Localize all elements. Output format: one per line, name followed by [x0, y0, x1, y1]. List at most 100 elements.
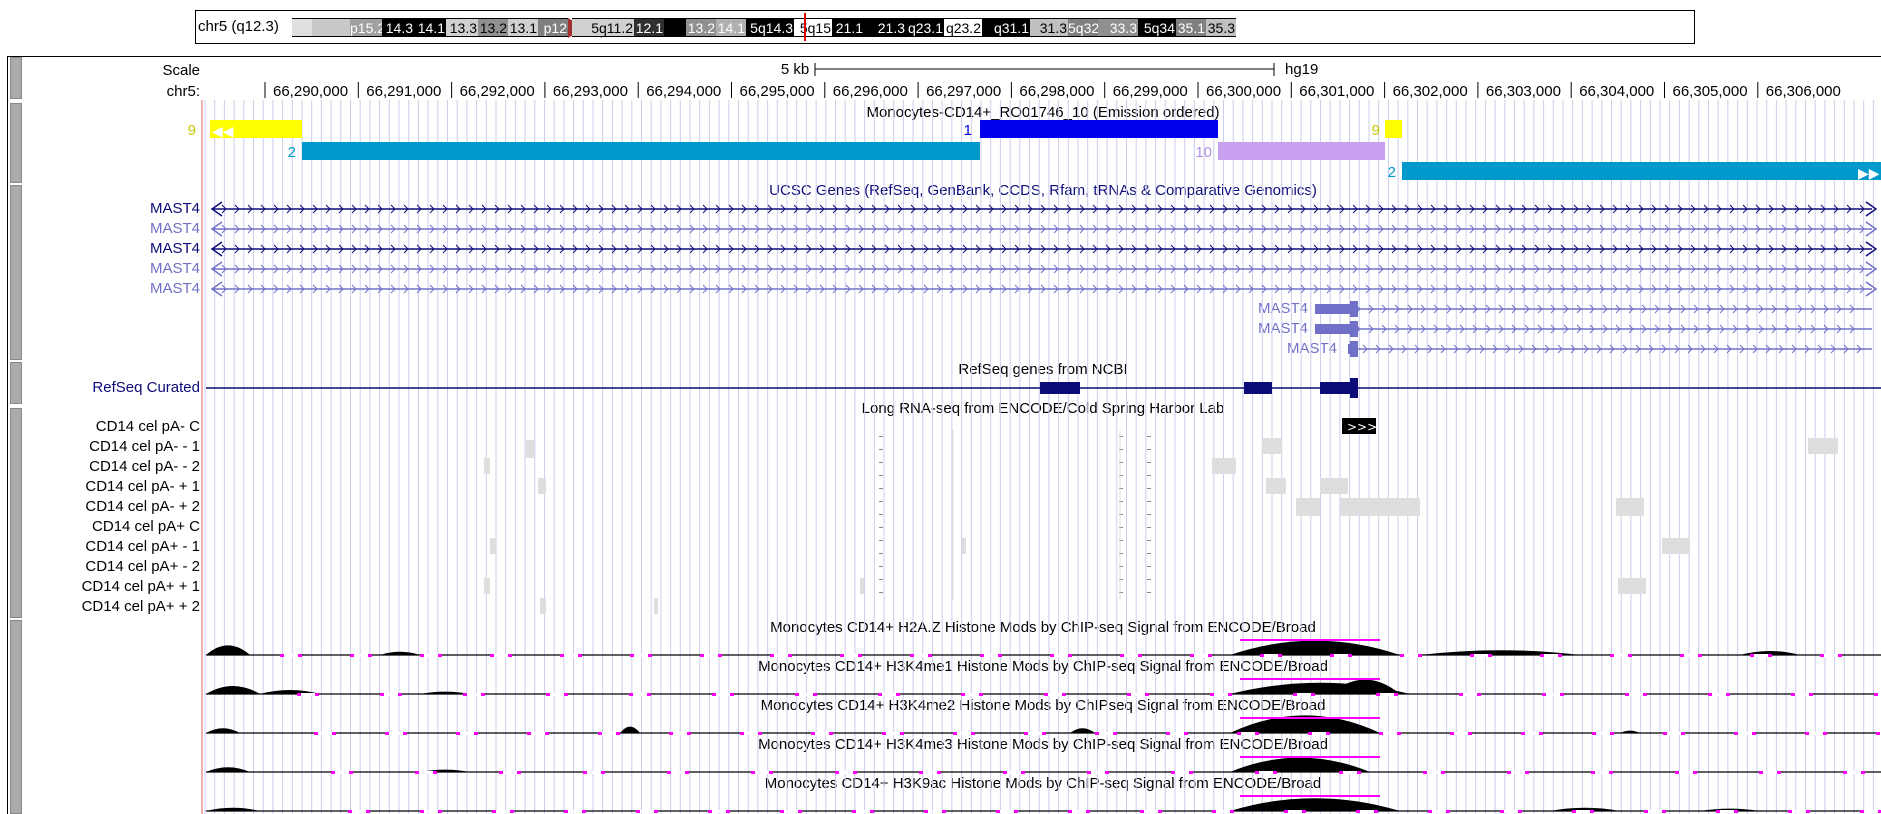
histone-gap-marker	[456, 732, 460, 735]
histone-gap-marker	[1127, 693, 1131, 696]
chromhmm-segment	[980, 120, 1218, 138]
histone-gap-marker	[1507, 771, 1511, 774]
histone-gap-marker	[780, 810, 784, 813]
histone-gap-marker	[616, 732, 620, 735]
histone-gap-marker	[1542, 693, 1546, 696]
histone-gap-marker	[1140, 810, 1144, 813]
histone-gap-marker	[996, 810, 1000, 813]
rnaseq-signal-tick	[1147, 449, 1151, 450]
histone-gap-marker	[924, 810, 928, 813]
histone-gap-marker	[1184, 732, 1188, 735]
histone-gap-marker	[499, 771, 503, 774]
ruler-tick-label: 66,290,000	[273, 83, 348, 100]
histone-gap-marker	[1120, 654, 1124, 657]
histone-gap-marker	[601, 771, 605, 774]
histone-gap-marker	[315, 693, 319, 696]
histone-gap-marker	[1284, 810, 1288, 813]
histone-gap-marker	[1273, 771, 1277, 774]
histone-gap-marker	[730, 693, 734, 696]
histone-gap-marker	[1610, 654, 1614, 657]
histone-gap-marker	[829, 732, 833, 735]
rnaseq-signal-tick	[1147, 579, 1151, 580]
rnaseq-signal-tick	[879, 462, 883, 463]
histone-gap-marker	[1208, 654, 1212, 657]
histone-gap-marker	[510, 810, 514, 813]
histone-gap-marker	[438, 810, 442, 813]
rnaseq-signal	[484, 578, 490, 594]
histone-gap-marker	[582, 810, 586, 813]
histone-gap-marker	[1680, 654, 1684, 657]
rnaseq-signal	[860, 578, 864, 594]
rnaseq-signal-tick	[1147, 540, 1151, 541]
histone-gap-marker	[508, 654, 512, 657]
chromhmm-state-label: 10	[1195, 144, 1212, 161]
histone-gap-marker	[1113, 732, 1117, 735]
histone-gap-marker	[492, 810, 496, 813]
histone-peak	[1230, 757, 1370, 772]
histone-gap-marker	[900, 732, 904, 735]
ruler-tick-label: 66,304,000	[1579, 83, 1654, 100]
histone-gap-marker	[1590, 810, 1594, 813]
rnaseq-signal	[654, 598, 658, 614]
histone-gap-marker	[1138, 654, 1142, 657]
histone-gap-marker	[700, 654, 704, 657]
histone-gap-marker	[798, 810, 802, 813]
chromhmm-segment	[1402, 162, 1881, 180]
histone-peak	[380, 651, 420, 655]
histone-gap-marker	[1418, 654, 1422, 657]
histone-gap-marker	[1525, 771, 1529, 774]
histone-gap-marker	[630, 654, 634, 657]
histone-gap-marker	[1308, 732, 1312, 735]
histone-gap-marker	[919, 771, 923, 774]
histone-gap-marker	[1734, 732, 1738, 735]
histone-gap-marker	[1628, 654, 1632, 657]
chromhmm-segment	[1385, 120, 1402, 138]
histone-gap-marker	[433, 771, 437, 774]
histone-gap-marker	[1024, 732, 1028, 735]
histone-gap-marker	[1278, 654, 1282, 657]
histone-peak	[1230, 798, 1400, 811]
histone-gap-marker	[647, 693, 651, 696]
histone-gap-marker	[1716, 810, 1720, 813]
rnaseq-signal	[490, 538, 496, 554]
strand-arrows-icon: ◀◀	[212, 124, 234, 140]
genome-browser-graphics[interactable]: 5 kb hg19 66,290,000 66,291,000 66,292,000 66…	[0, 0, 1881, 814]
histone-gap-marker	[1708, 693, 1712, 696]
histone-gap-marker	[1302, 810, 1306, 813]
histone-gap-marker	[636, 810, 640, 813]
histone-gap-marker	[1158, 810, 1162, 813]
rnaseq-signal-tick	[1147, 514, 1151, 515]
histone-gap-marker	[1843, 771, 1847, 774]
histone-gap-marker	[1693, 771, 1697, 774]
rnaseq-signal	[1808, 438, 1838, 454]
histone-gap-marker	[813, 693, 817, 696]
histone-gap-marker	[1768, 654, 1772, 657]
rnaseq-signal-tick	[879, 449, 883, 450]
histone-gap-marker	[788, 654, 792, 657]
histone-gap-marker	[1752, 732, 1756, 735]
histone-gap-marker	[1105, 771, 1109, 774]
histone-gap-marker	[398, 693, 402, 696]
refseq-exon	[1040, 382, 1080, 394]
rnaseq-signal-tick	[1147, 527, 1151, 528]
chromhmm-state-label: 9	[188, 122, 196, 139]
histone-gap-marker	[726, 810, 730, 813]
histone-gap-marker	[1777, 771, 1781, 774]
rnaseq-signal-tick	[1147, 592, 1151, 593]
rnaseq-signal	[538, 478, 546, 494]
histone-gap-marker	[882, 732, 886, 735]
refseq-exon	[1320, 382, 1352, 394]
histone-gap-marker	[980, 654, 984, 657]
rnaseq-signal-tick	[879, 501, 883, 502]
histone-gap-marker	[517, 771, 521, 774]
histone-gap-marker	[1003, 771, 1007, 774]
histone-gap-marker	[1838, 654, 1842, 657]
histone-gap-marker	[953, 732, 957, 735]
rnaseq-signal	[1262, 438, 1282, 454]
histone-gap-marker	[1470, 654, 1474, 657]
histone-gap-marker	[1643, 693, 1647, 696]
histone-gap-marker	[1356, 810, 1360, 813]
histone-gap-marker	[1190, 654, 1194, 657]
histone-gap-marker	[1086, 810, 1090, 813]
histone-gap-marker	[1441, 771, 1445, 774]
